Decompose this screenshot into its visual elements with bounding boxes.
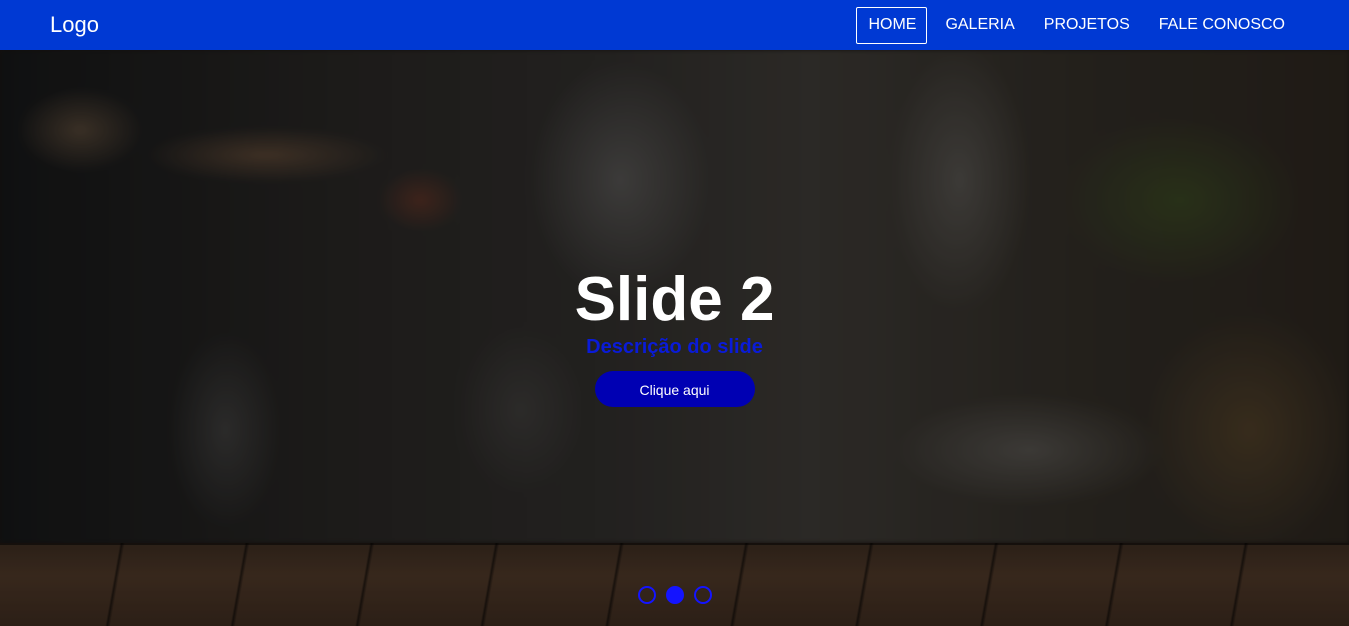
carousel-dot-3[interactable] xyxy=(693,586,712,604)
nav-item-projetos[interactable]: PROJETOS xyxy=(1032,7,1141,44)
header-navbar: Logo HOME GALERIA PROJETOS FALE CONOSCO xyxy=(0,0,1349,50)
carousel-dot-2[interactable] xyxy=(665,586,684,604)
slide-title: Slide 2 xyxy=(574,265,775,334)
hero-slider: Slide 2 Descrição do slide Clique aqui xyxy=(0,50,1349,626)
slide-caption: Slide 2 Descrição do slide Clique aqui xyxy=(0,266,1349,407)
logo[interactable]: Logo xyxy=(50,12,99,38)
nav-item-galeria[interactable]: GALERIA xyxy=(933,7,1025,44)
carousel-dots xyxy=(0,586,1349,604)
nav-item-fale-conosco[interactable]: FALE CONOSCO xyxy=(1147,7,1296,44)
slide-description: Descrição do slide xyxy=(586,336,763,358)
carousel-dot-1[interactable] xyxy=(637,586,656,604)
main-nav: HOME GALERIA PROJETOS FALE CONOSCO xyxy=(856,7,1296,44)
nav-item-home[interactable]: HOME xyxy=(856,7,928,44)
cta-button[interactable]: Clique aqui xyxy=(594,371,755,407)
page: Logo HOME GALERIA PROJETOS FALE CONOSCO … xyxy=(0,0,1349,626)
